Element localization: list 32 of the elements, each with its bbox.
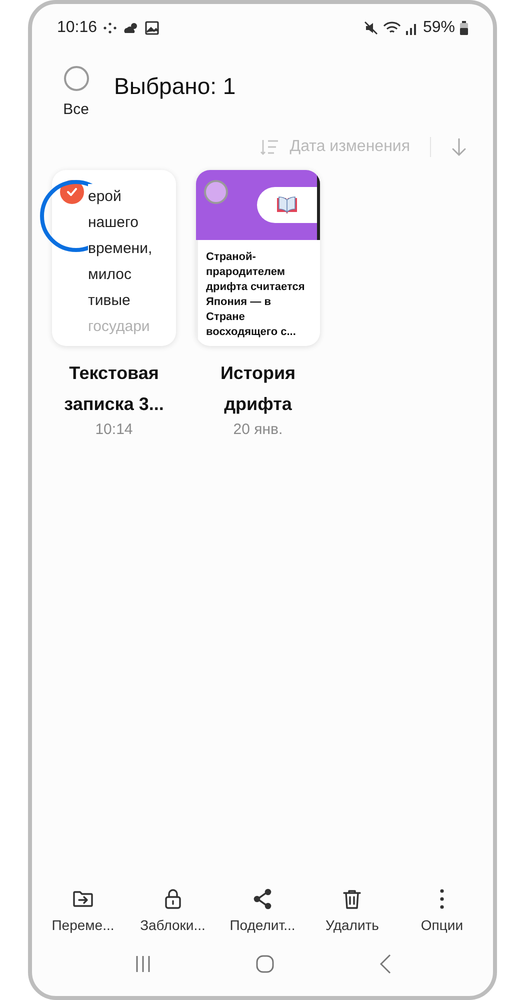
select-all-label: Все bbox=[63, 100, 89, 120]
note-title: История дрифта bbox=[219, 362, 297, 416]
book-icon bbox=[276, 194, 298, 214]
status-time: 10:16 bbox=[57, 18, 98, 38]
note-card[interactable]: Страной-прародителем дрифта считается Япония — в Стране восходящего с... bbox=[196, 170, 320, 346]
check-icon bbox=[67, 188, 77, 196]
selection-title: Выбрано: 1 bbox=[114, 72, 236, 101]
sort-direction-icon[interactable] bbox=[451, 136, 467, 156]
select-all-checkbox[interactable] bbox=[64, 66, 88, 91]
note-date: 20 янв. bbox=[233, 420, 283, 440]
note-date: 10:14 bbox=[95, 420, 133, 440]
weather-icon bbox=[123, 22, 140, 34]
action-button[interactable]: Удалить bbox=[309, 887, 396, 936]
image-icon bbox=[145, 21, 160, 35]
note-title: Текстовая записка 3... bbox=[63, 362, 165, 416]
dots-icon bbox=[103, 22, 118, 34]
wifi-icon bbox=[382, 21, 401, 35]
battery-percent: 59% bbox=[422, 18, 455, 38]
mute-icon bbox=[364, 21, 378, 35]
action-button[interactable]: Поделит... bbox=[220, 887, 306, 936]
back-icon[interactable] bbox=[378, 953, 392, 975]
note-card[interactable]: ерой нашего времени, милос тивые государи bbox=[52, 170, 176, 346]
action-button[interactable]: Переме... bbox=[40, 887, 126, 936]
battery-icon bbox=[460, 21, 468, 35]
action-button[interactable]: Заблоки... bbox=[130, 887, 216, 936]
home-icon[interactable] bbox=[255, 954, 276, 974]
checkbox[interactable] bbox=[204, 180, 228, 204]
sort-icon bbox=[260, 138, 280, 156]
more-icon bbox=[440, 889, 444, 909]
note-preview: Страной-прародителем дрифта считается Япония — в Стране восходящего с... bbox=[206, 250, 306, 340]
action-button[interactable]: Опции bbox=[399, 887, 485, 936]
signal-icon bbox=[406, 22, 418, 34]
